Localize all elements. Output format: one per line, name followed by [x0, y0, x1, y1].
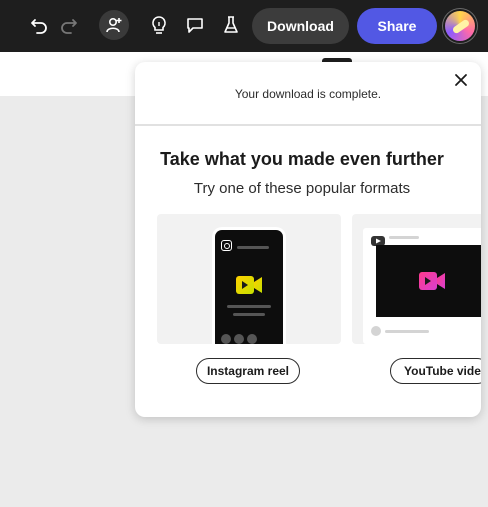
- phone-mockup: [212, 227, 286, 344]
- top-toolbar: Download Share: [0, 0, 488, 52]
- youtube-video-card[interactable]: [352, 214, 481, 344]
- panel-subheading: Try one of these popular formats: [193, 180, 411, 197]
- close-icon[interactable]: [453, 72, 469, 88]
- video-screen: [376, 245, 481, 317]
- share-button[interactable]: Share: [357, 8, 437, 44]
- instagram-reel-button[interactable]: Instagram reel: [196, 358, 300, 384]
- beaker-icon[interactable]: [216, 10, 246, 40]
- download-status: Your download is complete.: [234, 87, 382, 101]
- video-mockup: [363, 228, 481, 344]
- lightbulb-icon[interactable]: [144, 10, 174, 40]
- youtube-video-button[interactable]: YouTube video: [390, 358, 481, 384]
- avatar[interactable]: [445, 11, 475, 41]
- comment-icon[interactable]: [180, 10, 210, 40]
- download-complete-panel: Your download is complete. Take what you…: [135, 62, 481, 417]
- download-button[interactable]: Download: [252, 8, 349, 44]
- video-camera-icon: [235, 275, 263, 300]
- undo-icon[interactable]: [24, 10, 54, 40]
- divider: [135, 124, 481, 126]
- instagram-icon: [221, 240, 232, 251]
- panel-heading: Take what you made even further: [160, 149, 444, 169]
- redo-icon[interactable]: [54, 10, 84, 40]
- video-camera-icon: [418, 271, 446, 296]
- invite-icon[interactable]: [99, 10, 129, 40]
- instagram-reel-card[interactable]: [157, 214, 341, 344]
